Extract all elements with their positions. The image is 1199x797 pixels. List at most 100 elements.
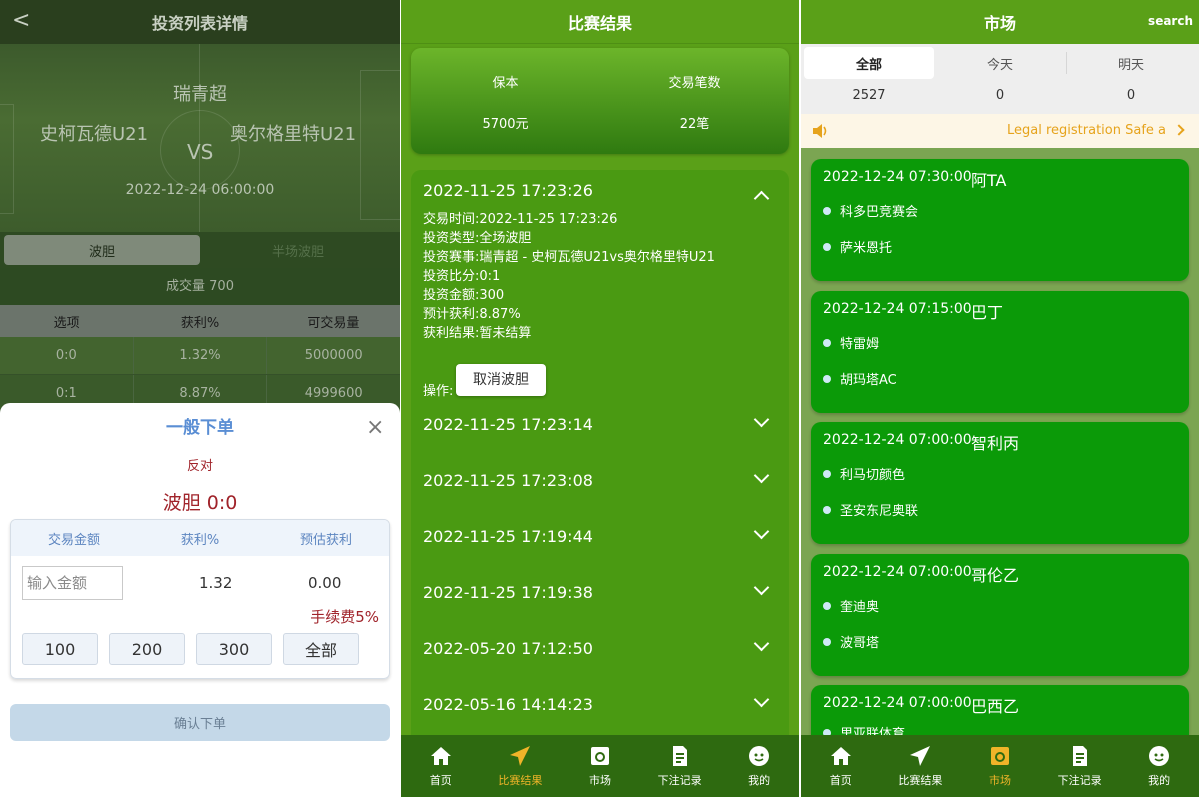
vs-label: VS — [187, 140, 214, 164]
profit-rate: 1.32 — [199, 574, 233, 592]
tab-bet-records[interactable]: 下注记录 — [640, 735, 720, 797]
bottom-tab-bar: 首页 比赛结果 市场 下注记录 我的 — [801, 735, 1199, 797]
detail-line: 预计获利:8.87% — [423, 307, 521, 322]
amount-input[interactable] — [22, 566, 123, 600]
market-icon — [590, 747, 609, 765]
tab-market[interactable]: 市场 — [560, 735, 640, 797]
investment-detail-screen: < 投资列表详情 瑞青超 史柯瓦德U21 VS 奥尔格里特U21 2022-12… — [0, 0, 400, 797]
dot-icon — [823, 374, 831, 383]
detail-line: 获利结果:暂未结算 — [423, 326, 532, 341]
tab-results[interactable]: 比赛结果 — [481, 735, 561, 797]
chevron-down-icon[interactable] — [753, 691, 770, 708]
record-time: 2022-11-25 17:23:08 — [423, 470, 593, 490]
match-card[interactable]: 2022-12-24 07:00:00 巴西乙 里亚联体育 — [811, 685, 1189, 735]
fee-label: 手续费5% — [310, 608, 379, 626]
match-league: 巴西乙 — [971, 697, 1020, 716]
record-details: 交易时间:2022-11-25 17:23:26 投资类型:全场波胆 投资赛事:… — [411, 210, 789, 399]
chevron-down-icon[interactable] — [753, 523, 770, 540]
tab-correct-score[interactable]: 波胆 — [4, 235, 200, 265]
dot-icon — [823, 338, 831, 347]
order-form-header: 交易金额 获利% 预估获利 — [11, 520, 389, 556]
profile-icon — [1149, 746, 1170, 766]
list-item[interactable]: 2022-05-16 14:14:23 — [411, 676, 789, 732]
match-league: 哥伦乙 — [971, 566, 1020, 585]
order-direction: 反对 — [186, 459, 213, 474]
send-icon — [910, 746, 931, 766]
send-icon — [510, 746, 531, 766]
confirm-order-button[interactable]: 确认下单 — [10, 704, 390, 741]
home-team: 史柯瓦德U21 — [40, 124, 149, 145]
match-time: 2022-12-24 07:00:00 — [823, 432, 972, 448]
bottom-tab-bar: 首页 比赛结果 市场 下注记录 我的 — [401, 735, 799, 797]
tab-profile[interactable]: 我的 — [719, 735, 799, 797]
column-header: 选项 — [53, 315, 80, 331]
results-header: 比赛结果 — [401, 0, 799, 44]
home-team: 奎迪奥 — [823, 596, 879, 615]
list-item[interactable]: 2022-11-25 17:23:14 — [411, 396, 789, 452]
quick-amount-100-button[interactable]: 100 — [22, 633, 98, 665]
match-time: 2022-12-24 07:00:00 — [823, 564, 972, 580]
away-team: 胡玛塔AC — [823, 369, 897, 388]
match-time: 2022-12-24 07:00:00 — [823, 695, 972, 711]
quick-amount-300-button[interactable]: 300 — [196, 633, 272, 665]
match-card[interactable]: 2022-12-24 07:00:00 智利丙 利马切颜色 圣安东尼奥联 — [811, 422, 1189, 544]
tab-home[interactable]: 首页 — [801, 735, 881, 797]
table-row[interactable]: 0:0 1.32% 5000000 — [0, 337, 400, 375]
tab-label: 首页 — [429, 774, 452, 787]
list-item[interactable]: 2022-05-20 17:12:50 — [411, 620, 789, 676]
tab-tomorrow[interactable]: 明天 — [1066, 47, 1196, 79]
quick-amount-200-button[interactable]: 200 — [109, 633, 185, 665]
match-card[interactable]: 2022-12-24 07:00:00 哥伦乙 奎迪奥 波哥塔 — [811, 554, 1189, 676]
team-name: 里亚联体育 — [840, 727, 906, 735]
speaker-icon — [813, 124, 827, 138]
match-list: 2022-12-24 07:30:00 阿TA 科多巴竞赛会 萨米恩托 2022… — [801, 148, 1199, 735]
list-item[interactable]: 2022-11-25 17:23:26 — [411, 170, 789, 210]
team-name: 奎迪奥 — [840, 600, 880, 615]
tab-results[interactable]: 比赛结果 — [881, 735, 961, 797]
match-card[interactable]: 2022-12-24 07:30:00 阿TA 科多巴竞赛会 萨米恩托 — [811, 159, 1189, 281]
record-time: 2022-11-25 17:19:38 — [423, 582, 593, 602]
chevron-right-icon[interactable] — [1173, 124, 1185, 136]
tab-today[interactable]: 今天 — [935, 47, 1065, 79]
cancel-bet-button[interactable]: 取消波胆 — [456, 364, 546, 396]
chevron-down-icon[interactable] — [753, 411, 770, 428]
search-link[interactable]: search — [1148, 14, 1193, 28]
close-icon[interactable]: × — [366, 415, 384, 440]
chevron-down-icon[interactable] — [753, 467, 770, 484]
match-card[interactable]: 2022-12-24 07:15:00 巴丁 特雷姆 胡玛塔AC — [811, 291, 1189, 413]
list-item[interactable]: 2022-11-25 17:19:38 — [411, 564, 789, 620]
chevron-down-icon[interactable] — [753, 579, 770, 596]
record-time: 2022-11-25 17:23:14 — [423, 414, 593, 434]
order-sheet: 一般下单 × 反对 波胆 0:0 交易金额 获利% 预估获利 1.32 0.00… — [0, 403, 400, 797]
away-team: 圣安东尼奥联 — [823, 500, 918, 519]
detail-line: 投资金额:300 — [423, 288, 505, 303]
notice-bar[interactable]: Legal registration Safe a — [801, 114, 1199, 148]
quick-amount-all-button[interactable]: 全部 — [283, 633, 359, 665]
match-league: 智利丙 — [971, 434, 1020, 453]
team-name: 科多巴竞赛会 — [840, 205, 919, 220]
tab-profile[interactable]: 我的 — [1119, 735, 1199, 797]
tab-all[interactable]: 全部 — [804, 47, 934, 79]
chevron-up-icon[interactable] — [753, 190, 770, 207]
dot-icon — [823, 242, 831, 251]
home-team: 特雷姆 — [823, 333, 879, 352]
list-item[interactable]: 2022-11-25 17:23:08 — [411, 452, 789, 508]
table-cell: 5000000 — [304, 348, 363, 363]
back-icon[interactable]: < — [12, 8, 30, 33]
tab-label: 比赛结果 — [498, 774, 543, 787]
tab-market[interactable]: 市场 — [960, 735, 1040, 797]
away-team: 奥尔格里特U21 — [230, 124, 357, 145]
home-team: 科多巴竞赛会 — [823, 201, 918, 220]
count-tomorrow: 0 — [1126, 88, 1136, 103]
column-header: 交易金额 — [47, 532, 100, 548]
tab-halftime-correct-score[interactable]: 半场波胆 — [200, 235, 396, 265]
tab-bet-records[interactable]: 下注记录 — [1040, 735, 1120, 797]
detail-line: 投资赛事:瑞青超 - 史柯瓦德U21vs奥尔格里特U21 — [423, 250, 715, 265]
volume-label: 成交量 700 — [166, 279, 234, 294]
detail-header: < 投资列表详情 — [0, 0, 400, 44]
list-item[interactable]: 2022-11-25 17:19:44 — [411, 508, 789, 564]
market-screen: 市场 search 全部 今天 明天 2527 0 0 Legal regist… — [801, 0, 1199, 797]
tab-home[interactable]: 首页 — [401, 735, 481, 797]
league-name: 瑞青超 — [173, 84, 227, 105]
chevron-down-icon[interactable] — [753, 635, 770, 652]
